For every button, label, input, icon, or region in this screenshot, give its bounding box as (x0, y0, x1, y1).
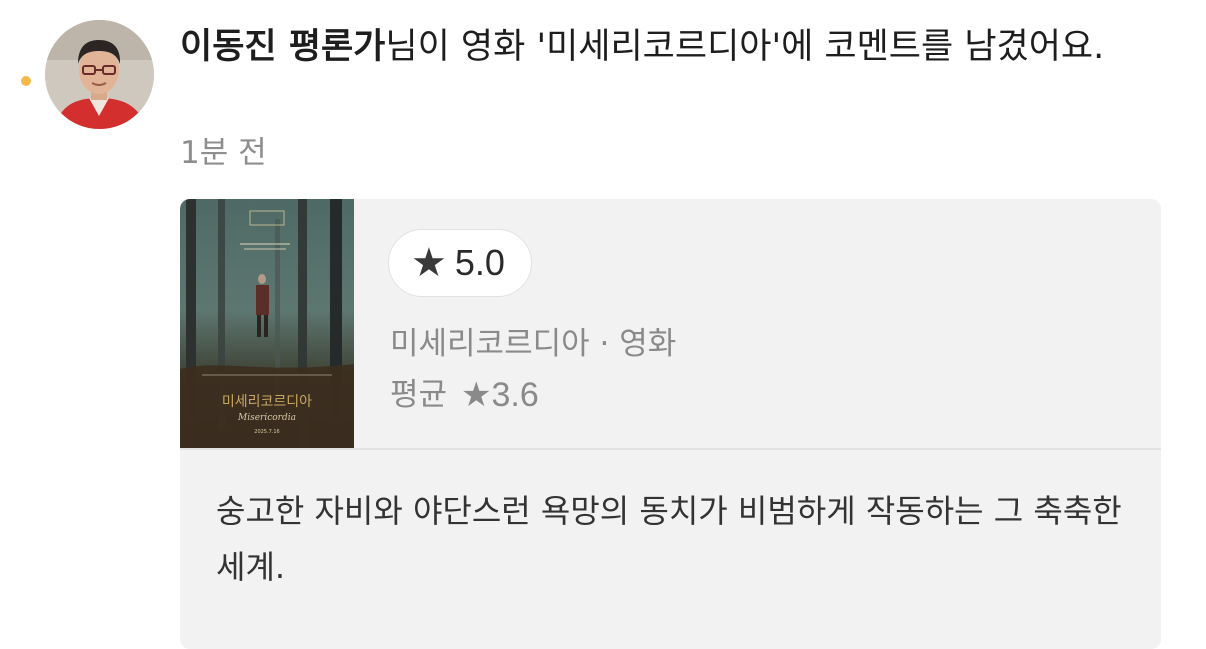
poster-title-en: Misericordia (237, 413, 296, 423)
notification-text: 이동진 평론가님이 영화 '미세리코르디아'에 코멘트를 남겼어요. (180, 22, 1170, 72)
avatar-portrait (45, 20, 154, 129)
average-rating-value: ★3.6 (461, 376, 539, 414)
card-divider (180, 448, 1161, 450)
poster-release-date: 2025.7.16 (254, 429, 279, 435)
average-rating-row: 평균 ★3.6 (390, 374, 539, 416)
author-name-link[interactable]: 이동진 평론가 (180, 27, 385, 67)
unread-indicator-dot (21, 76, 31, 86)
notification-message: 님이 영화 '미세리코르디아'에 코멘트를 남겼어요. (385, 27, 1105, 67)
notification-timestamp: 1분 전 (180, 135, 267, 171)
my-rating-badge: ★ 5.0 (388, 229, 532, 297)
poster-title-kr: 미세리코르디아 (222, 394, 312, 410)
poster-image: 미세리코르디아 Misericordia 2025.7.16 (180, 199, 354, 448)
comment-text: 숭고한 자비와 야단스런 욕망의 동치가 비범하게 작동하는 그 축축한 세계. (216, 492, 1122, 586)
comment-card[interactable]: 미세리코르디아 Misericordia 2025.7.16 ★ 5.0 미세리… (180, 199, 1161, 649)
movie-title-type: 미세리코르디아 · 영화 (390, 326, 677, 362)
average-rating-label: 평균 (390, 377, 448, 413)
my-rating-value: 5.0 (454, 242, 505, 283)
author-avatar[interactable] (45, 20, 154, 129)
star-icon: ★ (411, 240, 447, 286)
movie-poster[interactable]: 미세리코르디아 Misericordia 2025.7.16 (180, 199, 354, 448)
